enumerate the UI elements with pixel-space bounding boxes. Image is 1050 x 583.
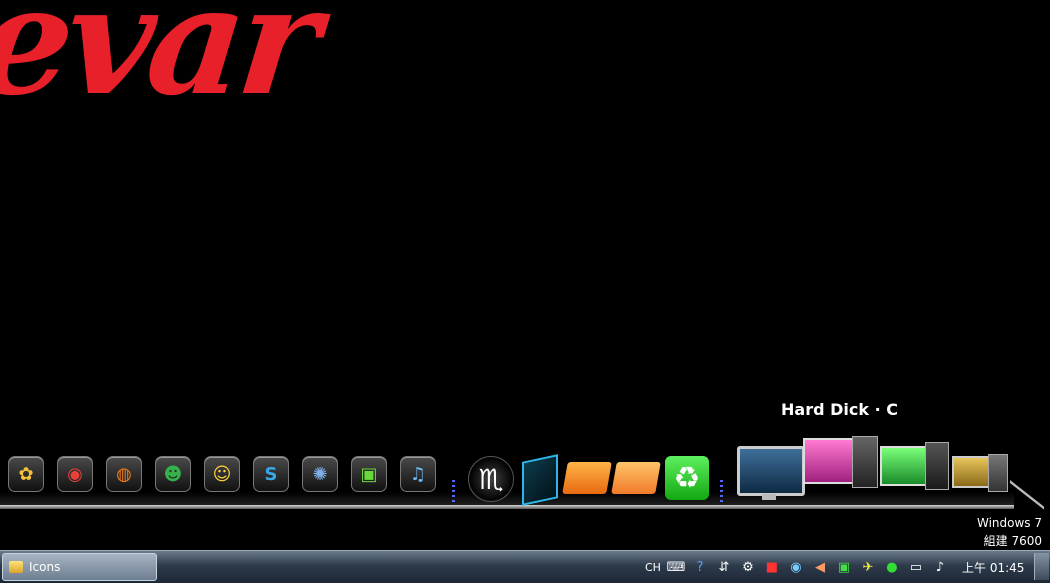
speaker-icon[interactable]: ◀ xyxy=(811,558,829,576)
scorpio-icon[interactable]: ♏ xyxy=(468,456,514,502)
keyboard-icon[interactable]: ⌨ xyxy=(667,558,686,576)
recycle-bin-icon[interactable]: ♻ xyxy=(665,456,709,500)
computer-pink-tower-icon xyxy=(852,436,878,488)
red-app-icon[interactable]: ■ xyxy=(763,558,781,576)
globe-glyph: ✺ xyxy=(312,463,328,485)
clock[interactable]: 上午 01:45 xyxy=(962,559,1024,576)
dock-hover-label: Hard Dick · C xyxy=(781,400,898,419)
show-desktop-button[interactable] xyxy=(1034,553,1049,580)
yahoo-glyph: ☺ xyxy=(212,463,232,485)
monitor-network-icon[interactable]: ▭ xyxy=(907,558,925,576)
computer-gold-icon[interactable] xyxy=(952,456,992,488)
globe-icon[interactable]: ◉ xyxy=(787,558,805,576)
system-tray: CH ⌨ ? ⇵ ⚙ ■ ◉ ◀ ▣ ✈ ● ▭ ♪ xyxy=(645,555,949,579)
windows-watermark: Windows 7 組建 7600 xyxy=(977,514,1042,550)
firefox-glyph: ◍ xyxy=(116,463,132,485)
firefox-icon[interactable]: ◍ xyxy=(106,456,142,492)
dock-shelf xyxy=(0,505,1014,509)
airplane-icon[interactable]: ✈ xyxy=(859,558,877,576)
volume-icon[interactable]: ♪ xyxy=(931,558,949,576)
chrome-glyph: ◉ xyxy=(67,463,83,485)
scorpio-glyph: ♏ xyxy=(478,462,504,496)
taskbar-button-label: Icons xyxy=(29,560,61,574)
pictures-folder-icon[interactable] xyxy=(611,462,661,494)
itunes-glyph: ♫ xyxy=(409,463,427,485)
folder-icon xyxy=(9,561,23,573)
screen-glass-icon[interactable] xyxy=(522,454,558,506)
pidgin-icon[interactable]: ✿ xyxy=(8,456,44,492)
live-glyph: ▣ xyxy=(360,463,378,485)
windows-live-icon[interactable]: ▣ xyxy=(351,456,387,492)
msn-glyph: ☻ xyxy=(163,463,183,485)
watermark-os: Windows 7 xyxy=(976,516,1042,530)
skype-glyph: S xyxy=(264,463,278,485)
itunes-icon[interactable]: ♫ xyxy=(400,456,436,492)
computer-pink-icon[interactable] xyxy=(803,438,855,484)
taskbar: Icons CH ⌨ ? ⇵ ⚙ ■ ◉ ◀ ▣ ✈ ● ▭ ♪ 上午 01:4… xyxy=(0,550,1050,583)
help-icon[interactable]: ? xyxy=(691,558,709,576)
steam-icon[interactable]: ⚙ xyxy=(739,558,757,576)
monitor-stand-icon xyxy=(762,494,776,500)
watermark-build: 組建 7600 xyxy=(983,534,1042,548)
chat-icon[interactable]: ▣ xyxy=(835,558,853,576)
recycle-glyph: ♻ xyxy=(673,460,701,496)
dock: ✿ ◉ ◍ ☻ ☺ S ✺ ▣ ♫ ♏ ♻ xyxy=(0,436,1050,540)
computer-gold-tower-icon xyxy=(988,454,1008,492)
pidgin-glyph: ✿ xyxy=(18,463,34,485)
dock-separator xyxy=(452,480,455,504)
yahoo-messenger-icon[interactable]: ☺ xyxy=(204,456,240,492)
computer-green-icon[interactable] xyxy=(880,446,928,486)
chrome-icon[interactable]: ◉ xyxy=(57,456,93,492)
language-indicator[interactable]: CH xyxy=(645,561,661,574)
network-up-icon[interactable]: ⇵ xyxy=(715,558,733,576)
taskbar-button-icons[interactable]: Icons xyxy=(2,553,157,581)
skype-icon[interactable]: S xyxy=(253,456,289,492)
computer-green-tower-icon xyxy=(925,442,949,490)
documents-folder-icon[interactable] xyxy=(562,462,612,494)
dock-separator xyxy=(720,480,723,504)
monitor-icon[interactable] xyxy=(737,446,805,496)
msn-messenger-icon[interactable]: ☻ xyxy=(155,456,191,492)
green-circle-icon[interactable]: ● xyxy=(883,558,901,576)
wallpaper-text: evar xyxy=(0,0,323,129)
network-globe-icon[interactable]: ✺ xyxy=(302,456,338,492)
